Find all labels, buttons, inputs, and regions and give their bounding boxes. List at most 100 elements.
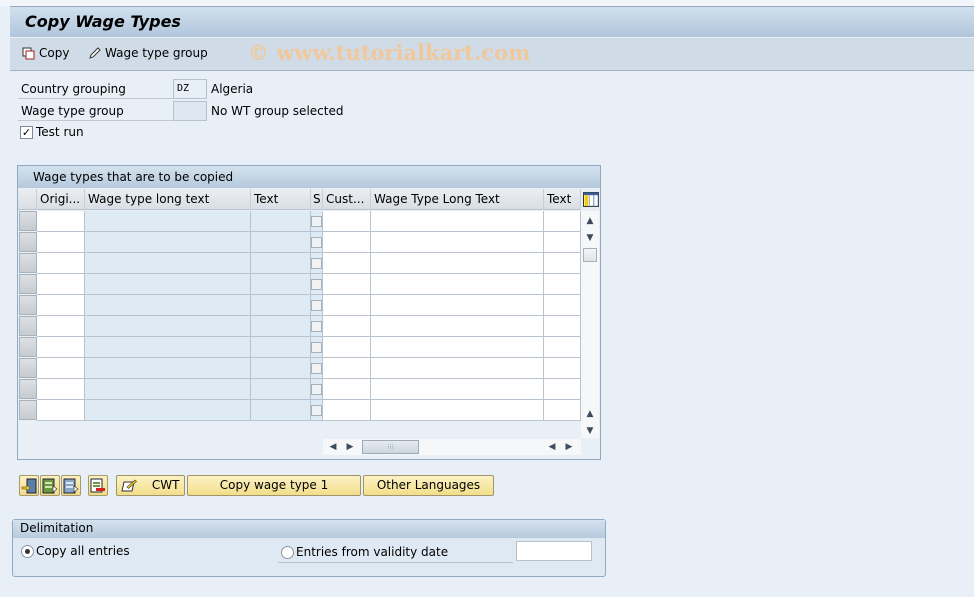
col-text[interactable]: Text [251,189,311,210]
cell-customer-text[interactable] [544,379,581,400]
cell-s[interactable] [311,232,323,253]
cell-customer-long-text[interactable] [371,316,544,337]
horizontal-scrollbar[interactable]: ◀ ▶ ⁝⁝⁝ ◀ ▶ [323,439,581,455]
cell-customer-long-text[interactable] [371,337,544,358]
cell-text[interactable] [251,379,311,400]
row-selector[interactable] [19,400,37,420]
cell-s[interactable] [311,253,323,274]
cell-original[interactable] [37,358,85,379]
row-selector[interactable] [19,358,37,378]
cell-original[interactable] [37,232,85,253]
cell-s[interactable] [311,337,323,358]
row-selector[interactable] [19,379,37,399]
cell-customer[interactable] [323,358,371,379]
cell-customer-long-text[interactable] [371,232,544,253]
col-original[interactable]: Origi... [37,189,85,210]
cell-customer-long-text[interactable] [371,211,544,232]
cell-customer-text[interactable] [544,316,581,337]
cell-s[interactable] [311,211,323,232]
cell-customer-text[interactable] [544,253,581,274]
cell-customer[interactable] [323,295,371,316]
row-checkbox[interactable] [311,216,322,227]
scroll-thumb[interactable] [583,248,597,262]
cell-text[interactable] [251,232,311,253]
cell-text[interactable] [251,274,311,295]
row-selector[interactable] [19,316,37,336]
scroll-page-down-icon[interactable]: ▼ [583,424,597,438]
cell-customer[interactable] [323,274,371,295]
cell-customer-text[interactable] [544,337,581,358]
cell-customer[interactable] [323,211,371,232]
delete-row-button[interactable] [88,475,108,496]
row-checkbox[interactable] [311,237,322,248]
cell-wage-type-long-text[interactable] [85,337,251,358]
cell-text[interactable] [251,337,311,358]
cell-customer-long-text[interactable] [371,358,544,379]
cell-text[interactable] [251,358,311,379]
cell-customer-text[interactable] [544,358,581,379]
scroll-right-icon[interactable]: ▶ [343,440,357,454]
cell-customer-text[interactable] [544,400,581,421]
cell-s[interactable] [311,316,323,337]
row-checkbox[interactable] [311,321,322,332]
copy-all-entries-option[interactable]: Copy all entries [21,544,130,558]
cell-wage-type-long-text[interactable] [85,232,251,253]
cell-original[interactable] [37,274,85,295]
col-customer-long-text[interactable]: Wage Type Long Text [371,189,544,210]
entries-from-validity-date-radio[interactable] [281,545,294,559]
cell-wage-type-long-text[interactable] [85,211,251,232]
scroll-down-icon[interactable]: ▼ [583,231,597,245]
scroll-up-icon[interactable]: ▲ [583,214,597,228]
cell-customer-long-text[interactable] [371,379,544,400]
cell-original[interactable] [37,253,85,274]
cell-s[interactable] [311,379,323,400]
vertical-scrollbar[interactable]: ▲ ▼ ▲ ▼ [581,211,599,438]
row-checkbox[interactable] [311,279,322,290]
wage-type-group-input[interactable] [173,101,207,121]
entries-from-validity-date-option[interactable]: Entries from validity date [278,542,513,563]
cell-text[interactable] [251,400,311,421]
cell-original[interactable] [37,211,85,232]
cell-original[interactable] [37,295,85,316]
col-customer-text[interactable]: Text [544,189,581,210]
row-checkbox[interactable] [311,258,322,269]
col-wage-type-long-text[interactable]: Wage type long text [85,189,251,210]
row-checkbox[interactable] [311,384,322,395]
cell-s[interactable] [311,358,323,379]
cell-original[interactable] [37,337,85,358]
scroll-left-end-icon[interactable]: ◀ [545,440,559,454]
cell-wage-type-long-text[interactable] [85,253,251,274]
cwt-button[interactable]: CWT [116,475,185,496]
row-checkbox[interactable] [311,300,322,311]
cell-original[interactable] [37,316,85,337]
cell-s[interactable] [311,295,323,316]
wage-type-group-button[interactable]: Wage type group [88,46,208,60]
row-checkbox[interactable] [311,405,322,416]
column-config-button[interactable] [581,189,600,210]
cell-wage-type-long-text[interactable] [85,316,251,337]
row-selector[interactable] [19,211,37,231]
cell-wage-type-long-text[interactable] [85,400,251,421]
scroll-right-end-icon[interactable]: ▶ [562,440,576,454]
test-run-checkbox[interactable]: ✓ [20,125,33,139]
row-checkbox[interactable] [311,363,322,374]
cell-customer[interactable] [323,379,371,400]
cell-customer-long-text[interactable] [371,253,544,274]
row-selector[interactable] [19,274,37,294]
select-block-button[interactable] [40,475,60,496]
cell-text[interactable] [251,295,311,316]
col-s[interactable]: S [311,189,323,210]
scroll-left-icon[interactable]: ◀ [326,440,340,454]
cell-customer-text[interactable] [544,274,581,295]
select-all-cell[interactable] [18,189,37,210]
cell-wage-type-long-text[interactable] [85,358,251,379]
row-selector[interactable] [19,337,37,357]
other-languages-button[interactable]: Other Languages [363,475,494,496]
cell-customer-long-text[interactable] [371,274,544,295]
cell-wage-type-long-text[interactable] [85,379,251,400]
row-checkbox[interactable] [311,342,322,353]
cell-text[interactable] [251,211,311,232]
cell-original[interactable] [37,400,85,421]
cell-s[interactable] [311,400,323,421]
cell-text[interactable] [251,316,311,337]
